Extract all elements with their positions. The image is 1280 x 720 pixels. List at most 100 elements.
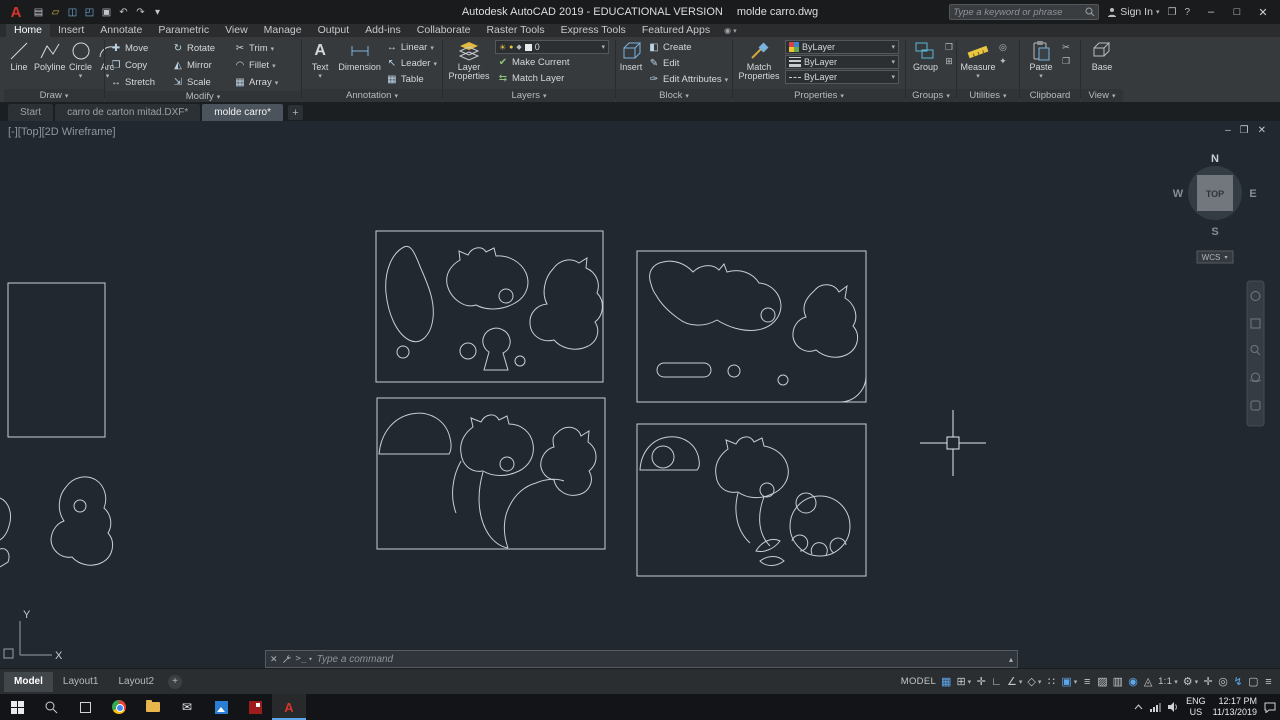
panel-label-draw[interactable]: Draw ▾ (4, 89, 104, 102)
new-drawing-tab-button[interactable]: + (288, 105, 303, 120)
object-snap-icon[interactable]: ▣ ▾ (1059, 672, 1080, 692)
tab-express-tools[interactable]: Express Tools (553, 24, 634, 37)
tab-collaborate[interactable]: Collaborate (409, 24, 479, 37)
search-input[interactable] (953, 7, 1085, 18)
viewport-minimize-icon[interactable]: – (1225, 125, 1231, 136)
lineweight-select[interactable]: ByLayer ▾ (785, 55, 899, 69)
mail-button[interactable]: ✉ (170, 694, 204, 720)
text-button[interactable]: A Text ▾ (305, 40, 335, 81)
leader-button[interactable]: ↖ Leader ▾ (384, 56, 439, 71)
table-button[interactable]: ▦ Table (384, 72, 439, 87)
move-button[interactable]: ✚ Move (108, 41, 170, 56)
panel-label-annotation[interactable]: Annotation ▾ (302, 89, 442, 102)
action-center-icon[interactable] (1264, 702, 1276, 713)
view-cube[interactable]: TOP N W E S WCS ▾ (1173, 153, 1257, 263)
command-history-icon[interactable]: ▴ (1009, 655, 1013, 664)
panel-label-properties[interactable]: Properties ▾ (733, 89, 905, 102)
tab-featured-apps[interactable]: Featured Apps (634, 24, 718, 37)
autocad-logo[interactable]: A (4, 2, 28, 22)
viewport-controls[interactable]: [-][Top][2D Wireframe] (8, 126, 116, 138)
autodesk-app-store-icon[interactable]: ❐ (1167, 7, 1176, 18)
view-cube-south[interactable]: S (1211, 226, 1218, 238)
layer-properties-button[interactable]: Layer Properties (446, 40, 492, 82)
annotation-monitor-icon[interactable]: ✛ (1201, 672, 1216, 692)
tab-layout2[interactable]: Layout2 (108, 672, 164, 692)
clean-screen-icon[interactable]: ▢ (1246, 672, 1261, 692)
model-space-button[interactable]: MODEL (898, 672, 938, 692)
navigation-bar[interactable] (1247, 281, 1264, 426)
make-current-button[interactable]: ✔ Make Current (495, 55, 609, 70)
object-snap-tracking-icon[interactable]: ∷ (1044, 672, 1059, 692)
panel-label-view[interactable]: View ▾ (1081, 89, 1123, 102)
command-close-icon[interactable]: ✕ (270, 654, 278, 665)
copy-clip-icon[interactable]: ❐ (1062, 56, 1070, 67)
graphics-performance-icon[interactable]: ↯ (1231, 672, 1246, 692)
tab-layout1[interactable]: Layout1 (53, 672, 109, 692)
panel-label-utilities[interactable]: Utilities ▾ (957, 89, 1019, 102)
start-button[interactable] (0, 694, 34, 720)
save-as-icon[interactable]: ◰ (82, 7, 97, 18)
close-button[interactable]: ✕ (1250, 6, 1276, 19)
panel-label-clipboard[interactable]: Clipboard (1020, 89, 1080, 102)
measure-button[interactable]: Measure ▾ (960, 40, 996, 81)
edit-attributes-button[interactable]: ✑ Edit Attributes ▾ (646, 72, 730, 87)
tab-output[interactable]: Output (310, 24, 358, 37)
ribbon-display-toggle[interactable]: ◉ ▾ (718, 24, 743, 37)
linetype-select[interactable]: ByLayer ▾ (785, 70, 899, 84)
minimize-button[interactable]: – (1198, 6, 1224, 19)
undo-icon[interactable]: ↶ (116, 7, 131, 18)
help-icon[interactable]: ? (1184, 7, 1190, 18)
group-button[interactable]: Group (909, 40, 942, 72)
task-view-button[interactable] (68, 694, 102, 720)
wcs-dropdown[interactable]: WCS ▾ (1197, 251, 1233, 263)
language-indicator[interactable]: ENG US (1186, 696, 1206, 718)
view-cube-east[interactable]: E (1249, 188, 1256, 200)
stretch-button[interactable]: ↔ Stretch (108, 75, 170, 90)
tab-view[interactable]: View (217, 24, 256, 37)
view-cube-west[interactable]: W (1173, 188, 1184, 200)
annotation-visibility-icon[interactable]: ◉ (1126, 672, 1141, 692)
snap-mode-icon[interactable]: ⊞ ▾ (954, 672, 974, 692)
lineweight-icon[interactable]: ≡ (1080, 672, 1095, 692)
file-tab-molde-carro[interactable]: molde carro* (202, 104, 283, 121)
cut-icon[interactable]: ✂ (1062, 42, 1070, 53)
tab-home[interactable]: Home (6, 24, 50, 37)
tab-model[interactable]: Model (4, 672, 53, 692)
fillet-button[interactable]: ◠ Fillet ▾ (232, 58, 294, 73)
linear-button[interactable]: ↔ Linear ▾ (384, 40, 439, 55)
file-tab-carro-dxf[interactable]: carro de carton mitad.DXF* (55, 104, 200, 121)
mold-sheet-2[interactable] (637, 251, 866, 402)
isometric-drafting-icon[interactable]: ◇ ▾ (1025, 672, 1044, 692)
panel-label-layers[interactable]: Layers ▾ (443, 89, 615, 102)
new-file-icon[interactable]: ▤ (31, 7, 46, 18)
rotate-button[interactable]: ↻ Rotate (170, 41, 232, 56)
partial-geometry-left[interactable] (0, 283, 113, 567)
dynamic-input-icon[interactable]: ✛ (974, 672, 989, 692)
customize-icon[interactable] (282, 654, 292, 664)
autoscale-icon[interactable]: ◬ (1141, 672, 1156, 692)
customization-icon[interactable]: ≡ (1261, 672, 1276, 692)
paste-button[interactable]: Paste ▾ (1023, 40, 1059, 81)
file-explorer-button[interactable] (136, 694, 170, 720)
taskbar-search-button[interactable] (34, 694, 68, 720)
open-file-icon[interactable]: ▱ (48, 7, 63, 18)
match-layer-button[interactable]: ⇆ Match Layer (495, 71, 609, 86)
line-button[interactable]: Line (7, 40, 31, 72)
base-button[interactable]: Base (1084, 40, 1120, 72)
search-icon[interactable] (1085, 7, 1095, 17)
panel-label-block[interactable]: Block ▾ (616, 89, 732, 102)
mold-sheet-3[interactable] (377, 398, 605, 549)
ortho-mode-icon[interactable]: ∟ (989, 672, 1005, 692)
match-properties-button[interactable]: Match Properties (736, 40, 782, 82)
edit-block-button[interactable]: ✎ Edit (646, 56, 730, 71)
mirror-button[interactable]: ◭ Mirror (170, 58, 232, 73)
circle-button[interactable]: Circle ▾ (69, 40, 93, 81)
polyline-button[interactable]: Polyline (34, 40, 66, 72)
panel-label-modify[interactable]: Modify ▾ (105, 91, 301, 102)
copy-button[interactable]: ❐ Copy (108, 58, 170, 73)
isolate-objects-icon[interactable]: ◎ (1216, 672, 1231, 692)
photos-button[interactable] (204, 694, 238, 720)
grid-display-icon[interactable]: ▦ (939, 672, 954, 692)
annotation-scale-button[interactable]: 1:1 ▾ (1156, 672, 1181, 692)
file-tab-start[interactable]: Start (8, 104, 53, 121)
